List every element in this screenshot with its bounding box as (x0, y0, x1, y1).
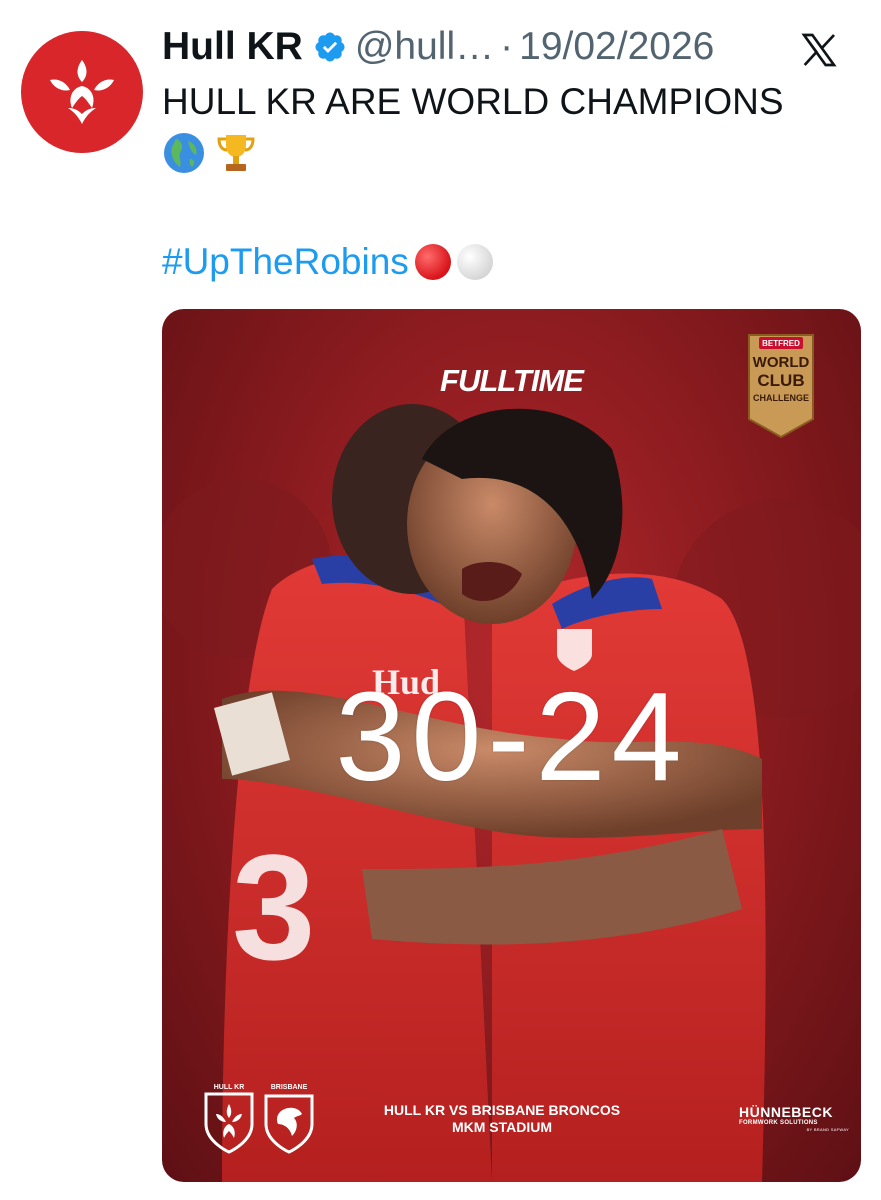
crest-right-label: BRISBANE (270, 1084, 308, 1091)
white-circle-emoji-icon (456, 244, 493, 280)
tweet-text: HULL KR ARE WORLD CHAMPIONS (162, 81, 784, 122)
hull-kr-crest-icon (204, 1092, 254, 1154)
tweet-emojis (162, 130, 258, 176)
hull-kr-logo (50, 60, 114, 124)
badge-line2: CLUB (757, 371, 804, 390)
separator-dot: · (500, 25, 514, 68)
trophy-emoji-icon (217, 135, 255, 171)
venue-line: MKM STADIUM (451, 1119, 553, 1135)
hashtag-row: #UpTheRobins (162, 238, 493, 286)
tweet-header: Hull KR @hull… · 19/02/2026 (162, 22, 861, 72)
sponsor-sub: FORMWORK SOLUTIONS (739, 1120, 818, 1126)
hashtag-link[interactable]: #UpTheRobins (162, 241, 409, 283)
x-logo-icon[interactable] (799, 30, 839, 70)
svg-text:3: 3 (232, 823, 315, 991)
world-club-challenge-badge-icon: BETFRED WORLD CLUB CHALLENGE (748, 334, 814, 439)
sponsor-tag: BY BRAND SAFWAY (806, 1127, 849, 1132)
tweet-date[interactable]: 19/02/2026 (519, 25, 714, 69)
badge-sponsor: BETFRED (762, 339, 800, 348)
avatar[interactable] (21, 31, 143, 153)
sponsor-logo: HÜNNEBECK FORMWORK SOLUTIONS BY BRAND SA… (739, 1104, 849, 1132)
author-name[interactable]: Hull KR (162, 25, 303, 69)
final-score: 30-24 (335, 666, 688, 807)
sponsor-name: HÜNNEBECK (739, 1104, 833, 1120)
brisbane-broncos-crest-icon (264, 1094, 314, 1154)
badge-line3: CHALLENGE (753, 393, 809, 403)
tweet-media-image[interactable]: 3 Hud FULLTIME BETFRED WORLD CLUB CHALLE… (162, 309, 861, 1182)
fixture-line: HULL KR VS BRISBANE BRONCOS (383, 1102, 621, 1118)
red-circle-emoji-icon (414, 244, 451, 280)
verified-badge-icon (315, 32, 345, 62)
author-handle[interactable]: @hull… (355, 25, 494, 69)
crest-left-label: HULL KR (213, 1084, 245, 1091)
badge-line1: WORLD (753, 354, 810, 371)
globe-emoji-icon (164, 133, 204, 173)
